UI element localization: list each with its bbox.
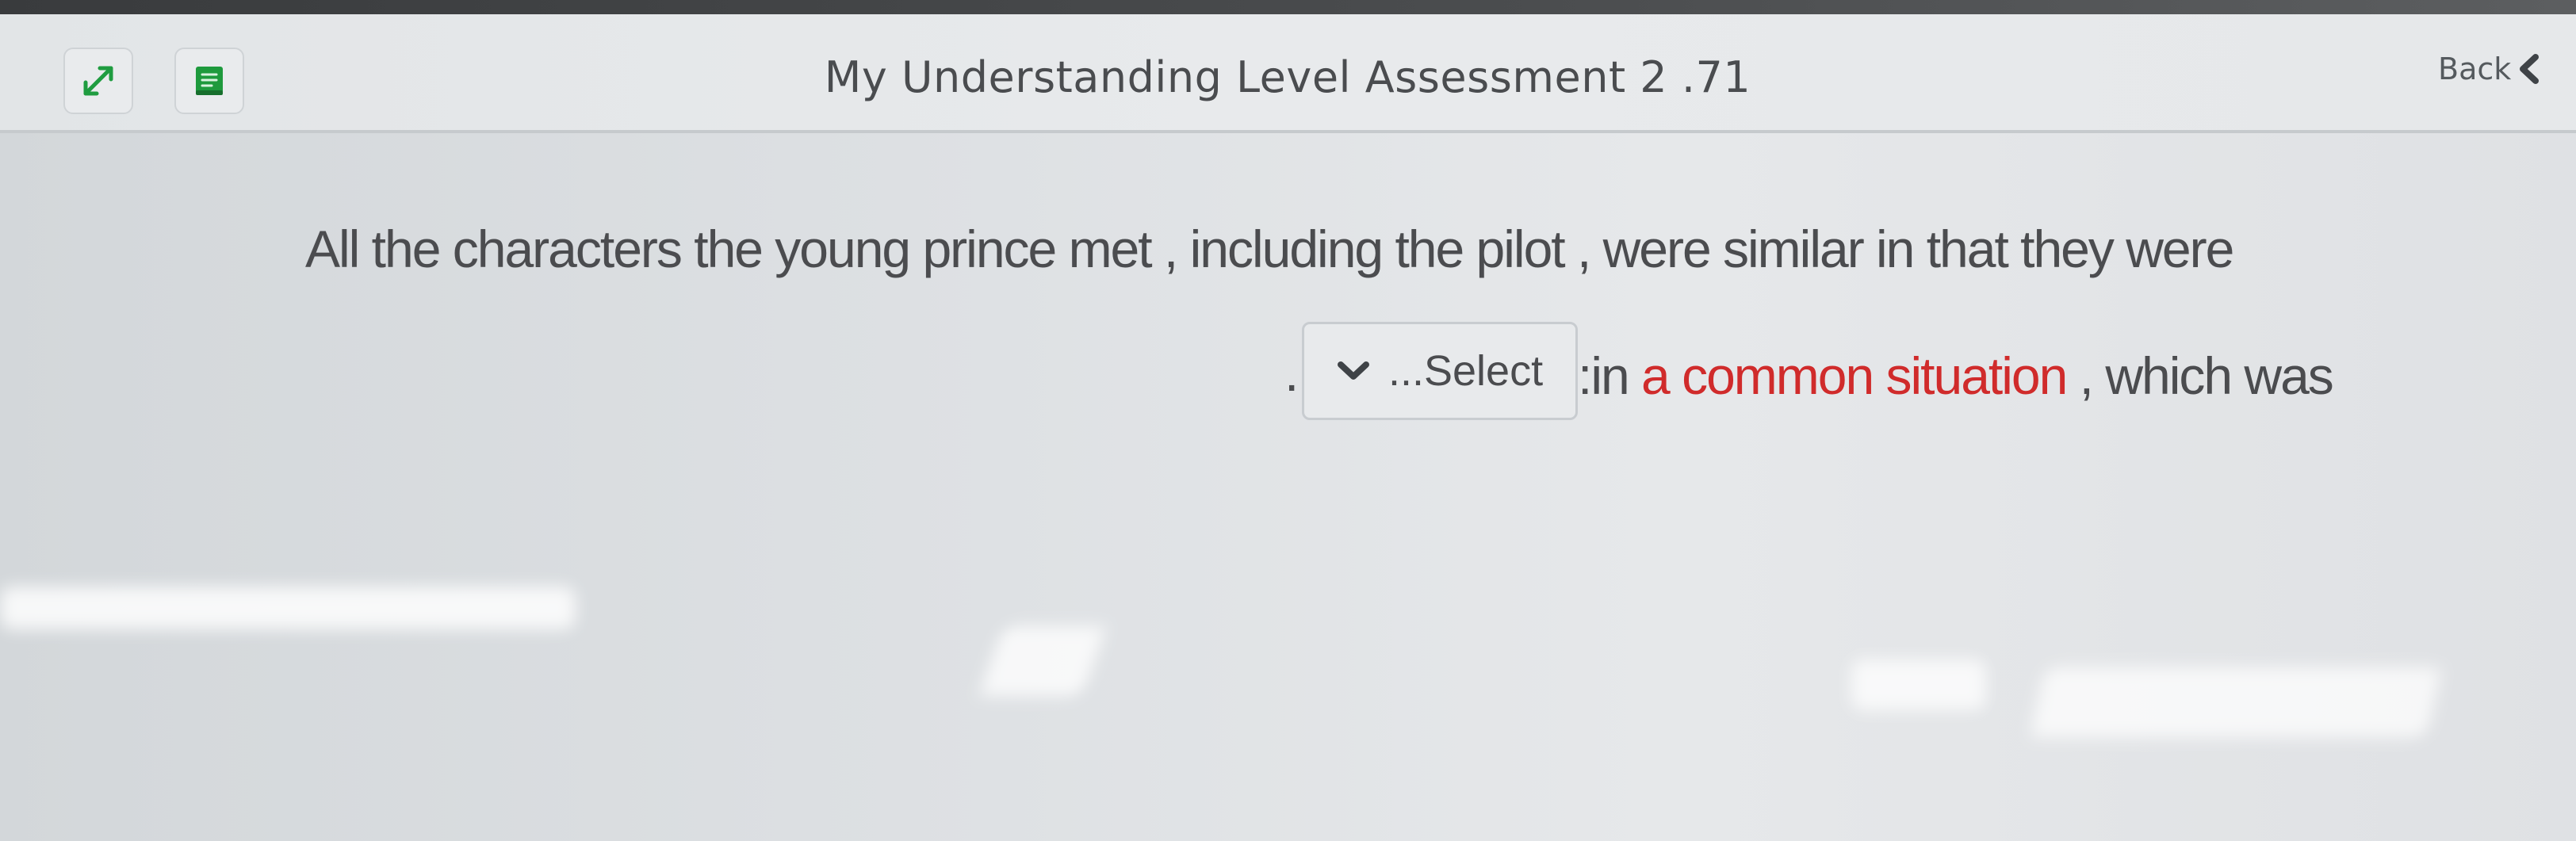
answer-row: . ...Select :in a common situation , whi… bbox=[1277, 317, 2394, 428]
expand-button[interactable] bbox=[63, 48, 133, 114]
answer-select[interactable]: ...Select bbox=[1302, 322, 1578, 420]
screen-glare bbox=[978, 626, 1108, 696]
back-label: Back bbox=[2438, 52, 2512, 86]
dictionary-book-icon bbox=[196, 67, 223, 95]
page-title: My Understanding Level Assessment 2 .71 bbox=[824, 52, 1751, 102]
question-continuation: :in a common situation , which was bbox=[1578, 320, 2334, 431]
screen-glare bbox=[1851, 659, 1986, 710]
continuation-suffix: , which was bbox=[2066, 346, 2334, 405]
sentence-period: . bbox=[1284, 343, 1299, 402]
dictionary-button[interactable] bbox=[174, 48, 244, 114]
back-button[interactable]: Back bbox=[2438, 35, 2543, 103]
expand-arrows-icon bbox=[83, 66, 113, 96]
select-value: ...Select bbox=[1388, 347, 1544, 395]
screen-glare bbox=[2029, 667, 2443, 737]
chevron-down-icon bbox=[1338, 361, 1369, 380]
highlighted-phrase: a common situation bbox=[1641, 346, 2068, 405]
assessment-screen: My Understanding Level Assessment 2 .71 … bbox=[0, 0, 2576, 841]
continuation-prefix: :in bbox=[1578, 346, 1642, 405]
screen-glare bbox=[0, 587, 576, 629]
assessment-header: My Understanding Level Assessment 2 .71 … bbox=[0, 14, 2576, 133]
device-top-edge bbox=[0, 0, 2576, 14]
question-text: All the characters the young prince met … bbox=[305, 220, 2234, 278]
chevron-left-icon bbox=[2520, 54, 2540, 84]
